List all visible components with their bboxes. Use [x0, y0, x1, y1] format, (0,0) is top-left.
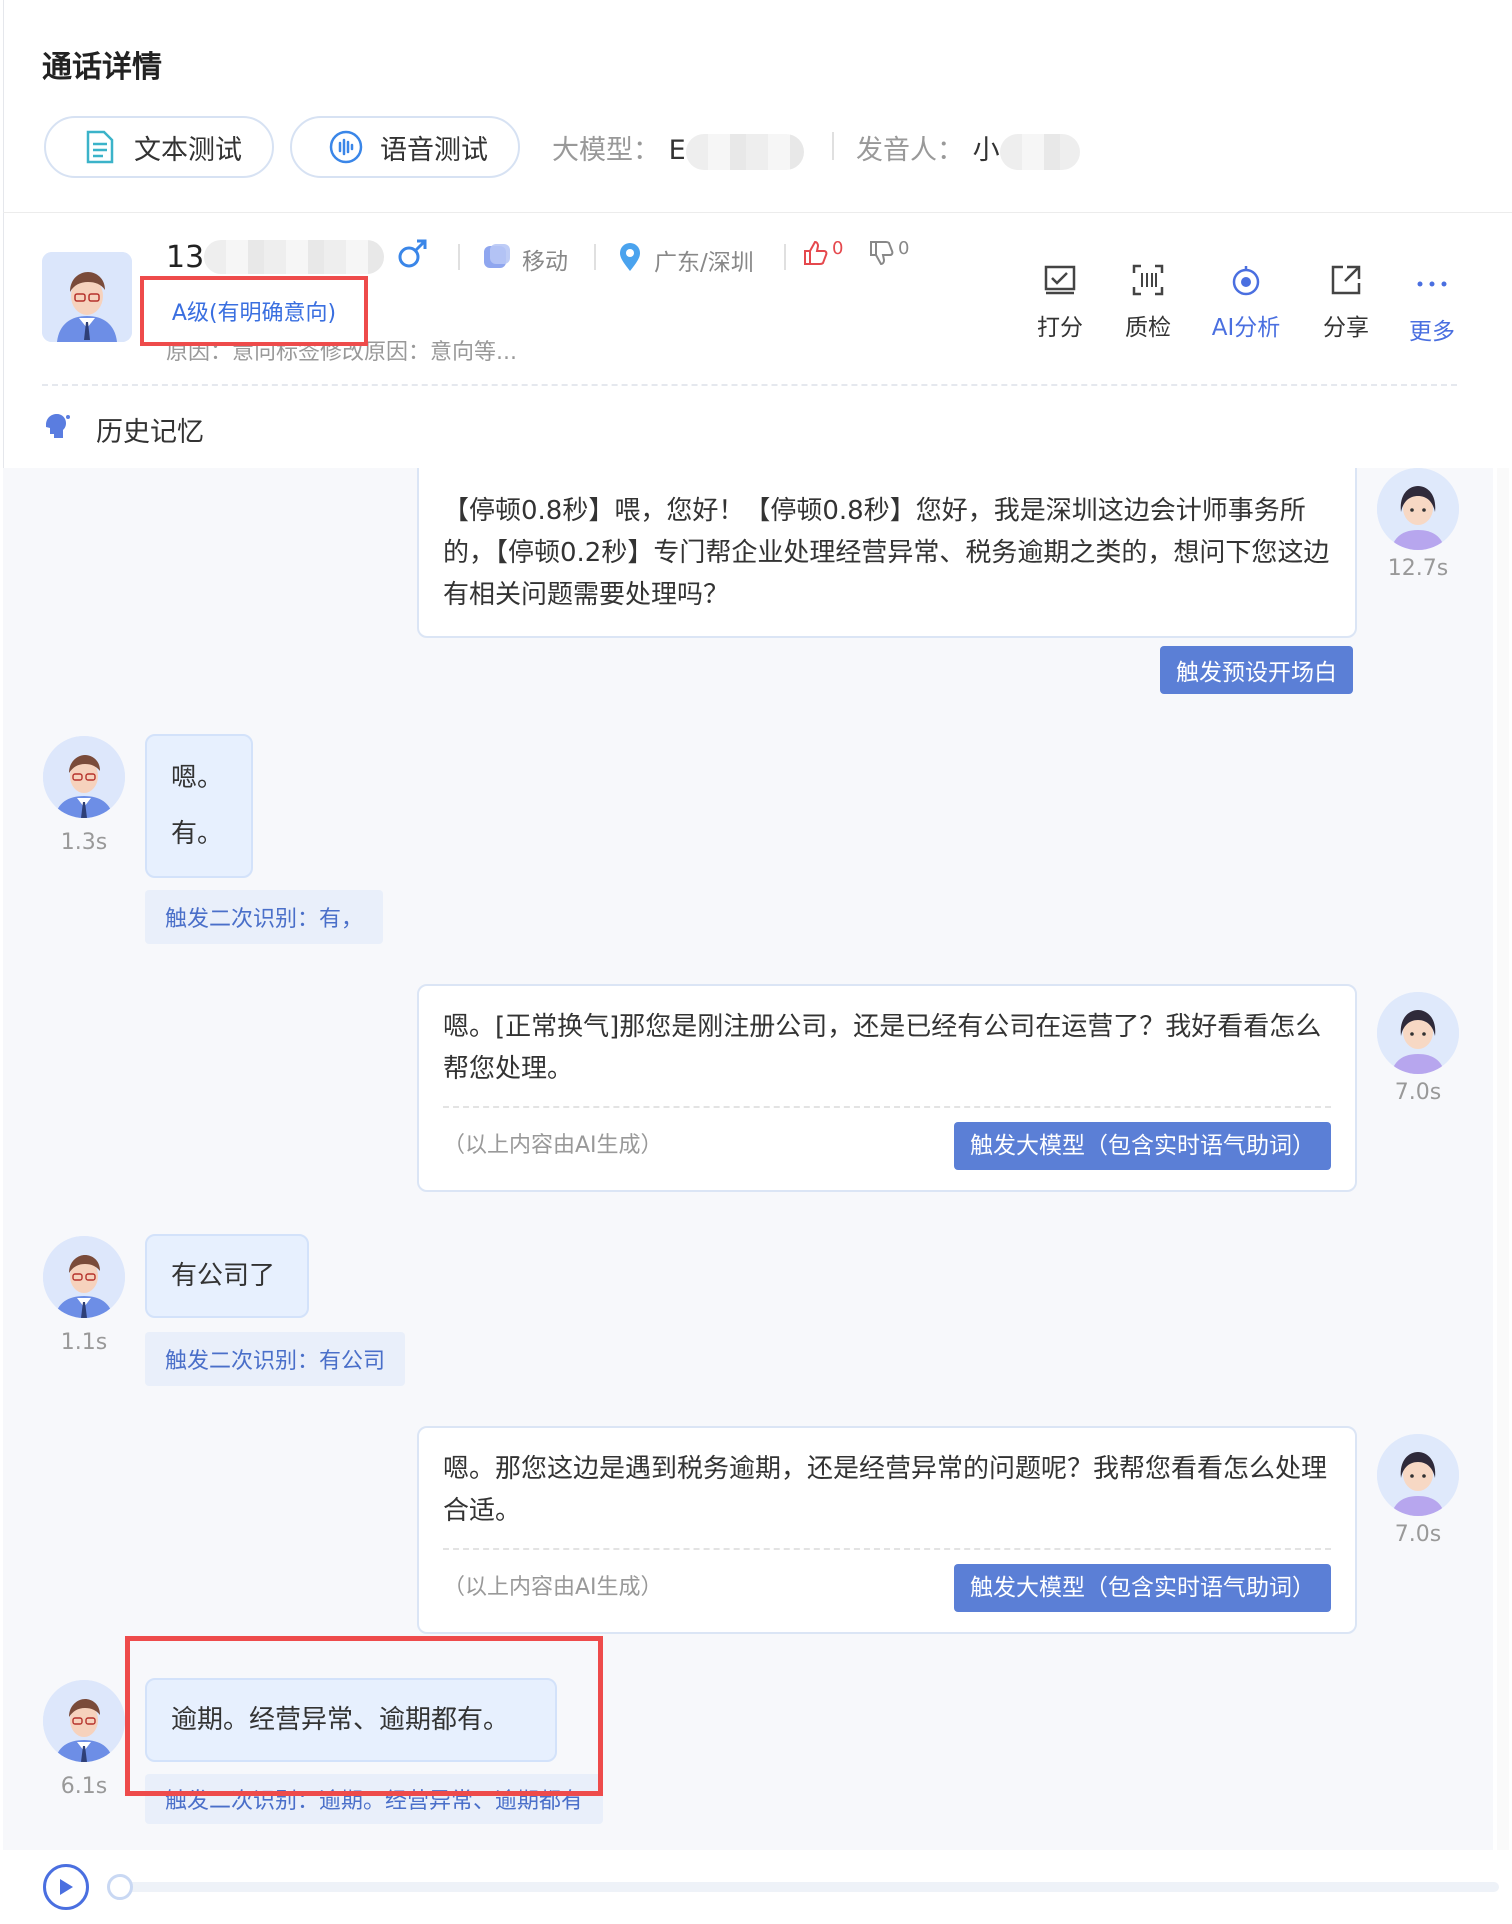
model-info: 大模型： E: [552, 128, 804, 170]
conversation-area[interactable]: 【停顿0.8秒】喂，您好！【停顿0.8秒】您好，我是深圳这边会计师事务所的，【停…: [3, 468, 1493, 1850]
bot-message: 嗯。那您这边是遇到税务逾期，还是经营异常的问题呢？我帮您看看怎么处理合适。 （以…: [417, 1426, 1357, 1634]
bot-message: 【停顿0.8秒】喂，您好！【停顿0.8秒】您好，我是深圳这边会计师事务所的，【停…: [417, 468, 1357, 638]
section-divider: [3, 212, 1512, 213]
ai-analysis-icon: [1196, 260, 1296, 300]
model-value-redacted: [685, 133, 804, 170]
share-icon: [1306, 260, 1386, 300]
duration: 7.0s: [1394, 1080, 1442, 1105]
divider: [832, 132, 834, 160]
voice-icon: [328, 129, 364, 165]
ai-footer: （以上内容由AI生成） 触发大模型（包含实时语气助词）: [443, 1106, 1331, 1170]
bot-avatar: [1377, 992, 1459, 1074]
ai-generated-note: （以上内容由AI生成）: [443, 1575, 663, 1600]
share-button[interactable]: 分享: [1306, 260, 1386, 342]
play-button[interactable]: [43, 1864, 89, 1910]
inspect-icon: [1108, 260, 1188, 300]
user-message: 嗯。 有。: [145, 734, 253, 878]
more-button[interactable]: 更多: [1392, 264, 1472, 346]
speaker-label: 发音人：: [856, 135, 964, 166]
score-icon: [1020, 260, 1100, 300]
duration: 12.7s: [1387, 556, 1449, 581]
score-button[interactable]: 打分: [1020, 260, 1100, 342]
highlight-box: [125, 1636, 603, 1796]
bot-avatar: [1377, 1434, 1459, 1516]
divider: [42, 384, 1457, 386]
male-icon: [396, 236, 430, 278]
trigger-tag: 触发大模型（包含实时语气助词）: [954, 1564, 1331, 1612]
text-test-label: 文本测试: [134, 134, 242, 166]
ai-footer: （以上内容由AI生成） 触发大模型（包含实时语气助词）: [443, 1548, 1331, 1612]
like-button[interactable]: 0: [802, 238, 843, 272]
duration: 7.0s: [1394, 1522, 1442, 1547]
ai-analysis-button[interactable]: AI分析: [1196, 260, 1296, 342]
ai-generated-note: （以上内容由AI生成）: [443, 1133, 663, 1158]
voice-test-button[interactable]: 语音测试: [290, 116, 520, 178]
text-test-button[interactable]: 文本测试: [44, 116, 274, 178]
bot-message: 嗯。[正常换气]那您是刚注册公司，还是已经有公司在运营了？我好看看怎么帮您处理。…: [417, 984, 1357, 1192]
more-icon: [1392, 264, 1472, 304]
carrier-icon: [482, 242, 512, 276]
location-pin-icon: [618, 242, 642, 278]
scrollbar[interactable]: [1497, 468, 1509, 1850]
user-avatar: [43, 1236, 125, 1318]
thumbs-down-icon: [868, 240, 894, 272]
trigger-tag: 触发预设开场白: [1160, 646, 1353, 694]
divider: [784, 244, 786, 270]
model-label: 大模型：: [552, 135, 660, 166]
inspect-button[interactable]: 质检: [1108, 260, 1188, 342]
progress-track[interactable]: [109, 1882, 1499, 1892]
dislike-button[interactable]: 0: [868, 238, 909, 272]
trigger-tag: 触发大模型（包含实时语气助词）: [954, 1122, 1331, 1170]
location: 广东/深圳: [618, 242, 754, 278]
speaker-value: 小: [972, 135, 1000, 166]
bot-avatar: [1377, 468, 1459, 550]
user-avatar: [43, 1680, 125, 1762]
carrier: 移动: [482, 242, 568, 276]
phone-number: 13: [166, 236, 430, 278]
voice-test-label: 语音测试: [380, 134, 488, 166]
divider: [594, 244, 596, 270]
speaker-info: 发音人： 小: [856, 128, 1080, 170]
memory-head-icon: [42, 411, 72, 448]
document-icon: [82, 129, 118, 165]
divider: [458, 244, 460, 270]
model-value: E: [668, 135, 686, 166]
recognition-tag: 触发二次识别：有，: [145, 890, 384, 944]
page-title: 通话详情: [42, 50, 162, 85]
progress-handle[interactable]: [107, 1874, 133, 1900]
customer-avatar: [42, 252, 132, 342]
audio-player: [3, 1850, 1512, 1924]
intent-grade-badge[interactable]: A级(有明确意向): [140, 276, 368, 346]
history-memory-tab[interactable]: 历史记忆: [42, 410, 204, 449]
play-icon: [60, 1879, 73, 1895]
recognition-tag: 触发二次识别：有公司: [145, 1332, 406, 1386]
duration: 1.1s: [60, 1330, 108, 1355]
duration: 6.1s: [60, 1774, 108, 1799]
duration: 1.3s: [60, 830, 108, 855]
speaker-value-redacted: [999, 133, 1080, 170]
user-avatar: [43, 736, 125, 818]
user-message: 有公司了: [145, 1234, 309, 1318]
phone-redacted: [204, 240, 385, 274]
thumbs-up-icon: [802, 240, 828, 272]
